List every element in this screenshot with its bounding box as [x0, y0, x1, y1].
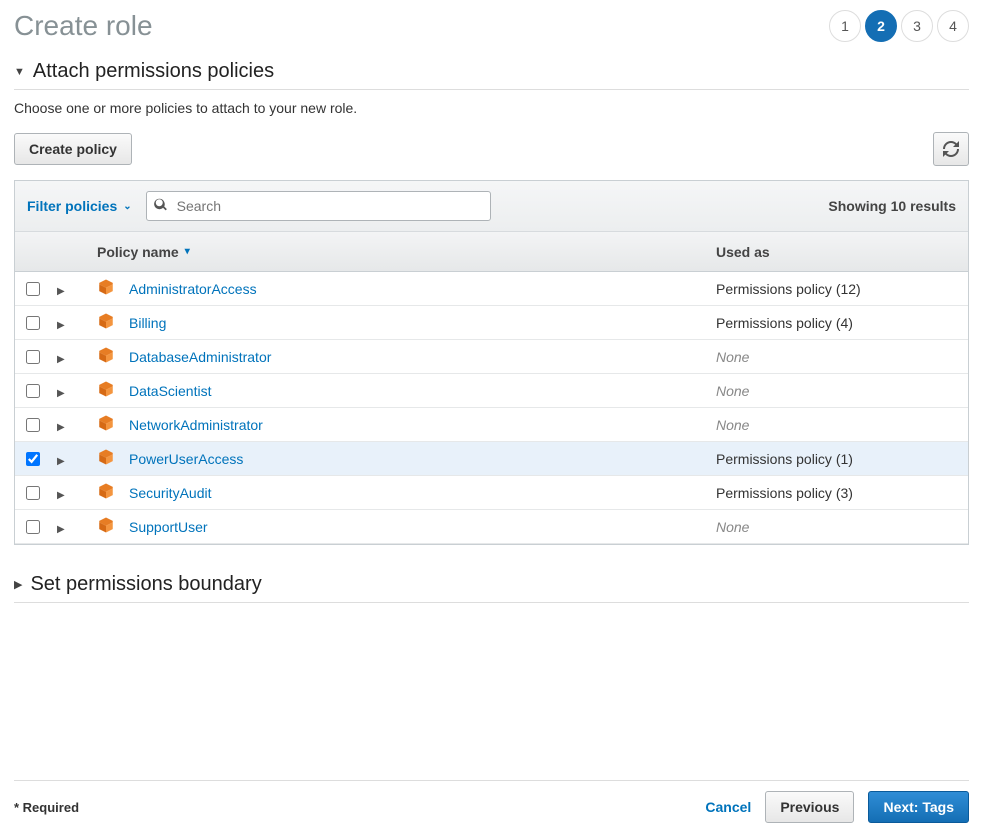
section-attach-title: Attach permissions policies	[33, 60, 274, 83]
policy-checkbox[interactable]	[26, 384, 40, 398]
policy-cube-icon	[97, 346, 115, 367]
used-as-value: None	[716, 349, 749, 365]
policies-table-panel: Filter policies ⌄ Showing 10 results Pol…	[14, 180, 969, 545]
used-as-value: None	[716, 519, 749, 535]
used-as-value: Permissions policy (4)	[716, 315, 853, 331]
policy-cube-icon	[97, 482, 115, 503]
filter-policies-label: Filter policies	[27, 198, 117, 214]
used-as-value: Permissions policy (12)	[716, 281, 861, 297]
policy-name-link[interactable]: DatabaseAdministrator	[129, 349, 271, 365]
wizard-stepper: 1234	[829, 10, 969, 42]
expand-row-icon[interactable]: ▶	[57, 388, 65, 399]
required-label: * Required	[14, 800, 79, 815]
wizard-step-3[interactable]: 3	[901, 10, 933, 42]
policy-checkbox[interactable]	[26, 418, 40, 432]
policy-cube-icon	[97, 516, 115, 537]
table-row: ▶ DatabaseAdministrator None	[15, 340, 968, 374]
table-row: ▶ PowerUserAccess Permissions policy (1)	[15, 442, 968, 476]
column-header-policy-name[interactable]: Policy name ▾	[87, 244, 710, 260]
table-row: ▶ SupportUser None	[15, 510, 968, 544]
section-permissions-boundary-header[interactable]: ▶ Set permissions boundary	[14, 567, 969, 603]
policy-checkbox[interactable]	[26, 350, 40, 364]
table-row: ▶ AdministratorAccess Permissions policy (…	[15, 272, 968, 306]
column-header-used-as[interactable]: Used as	[710, 244, 968, 260]
table-row: ▶ DataScientist None	[15, 374, 968, 408]
policy-name-link[interactable]: Billing	[129, 315, 166, 331]
expand-row-icon[interactable]: ▶	[57, 286, 65, 297]
used-as-value: Permissions policy (3)	[716, 485, 853, 501]
policy-cube-icon	[97, 278, 115, 299]
search-input[interactable]	[146, 191, 491, 221]
column-policy-name-label: Policy name	[97, 244, 179, 260]
next-button[interactable]: Next: Tags	[868, 791, 969, 823]
refresh-button[interactable]	[933, 132, 969, 166]
expand-row-icon[interactable]: ▶	[57, 524, 65, 535]
policy-checkbox[interactable]	[26, 486, 40, 500]
used-as-value: None	[716, 383, 749, 399]
policy-name-link[interactable]: AdministratorAccess	[129, 281, 257, 297]
table-row: ▶ Billing Permissions policy (4)	[15, 306, 968, 340]
policy-checkbox[interactable]	[26, 520, 40, 534]
policy-cube-icon	[97, 448, 115, 469]
create-policy-button[interactable]: Create policy	[14, 133, 132, 165]
policy-cube-icon	[97, 414, 115, 435]
policy-checkbox[interactable]	[26, 316, 40, 330]
expand-row-icon[interactable]: ▶	[57, 354, 65, 365]
policy-checkbox[interactable]	[26, 282, 40, 296]
table-row: ▶ SecurityAudit Permissions policy (3)	[15, 476, 968, 510]
column-used-as-label: Used as	[716, 244, 770, 260]
section-attach-permissions-header[interactable]: ▼ Attach permissions policies	[14, 60, 969, 90]
policy-name-link[interactable]: SupportUser	[129, 519, 208, 535]
chevron-down-icon: ⌄	[123, 201, 131, 212]
section-attach-description: Choose one or more policies to attach to…	[14, 100, 969, 116]
table-row: ▶ NetworkAdministrator None	[15, 408, 968, 442]
used-as-value: None	[716, 417, 749, 433]
wizard-step-2[interactable]: 2	[865, 10, 897, 42]
cancel-link[interactable]: Cancel	[705, 799, 751, 815]
section-boundary-title: Set permissions boundary	[30, 573, 261, 596]
table-header-row: Policy name ▾ Used as	[15, 232, 968, 272]
policy-name-link[interactable]: DataScientist	[129, 383, 211, 399]
previous-button[interactable]: Previous	[765, 791, 854, 823]
caret-right-icon: ▶	[14, 578, 22, 591]
policy-name-link[interactable]: NetworkAdministrator	[129, 417, 263, 433]
expand-row-icon[interactable]: ▶	[57, 456, 65, 467]
policies-table-body: ▶ AdministratorAccess Permissions policy (…	[15, 272, 968, 544]
wizard-step-4[interactable]: 4	[937, 10, 969, 42]
used-as-value: Permissions policy (1)	[716, 451, 853, 467]
policy-cube-icon	[97, 312, 115, 333]
caret-down-icon: ▼	[14, 66, 25, 78]
expand-row-icon[interactable]: ▶	[57, 320, 65, 331]
policy-name-link[interactable]: SecurityAudit	[129, 485, 211, 501]
policy-name-link[interactable]: PowerUserAccess	[129, 451, 243, 467]
search-icon	[154, 198, 168, 215]
filter-policies-dropdown[interactable]: Filter policies ⌄	[27, 198, 132, 214]
policy-checkbox[interactable]	[26, 452, 40, 466]
policy-cube-icon	[97, 380, 115, 401]
expand-row-icon[interactable]: ▶	[57, 490, 65, 501]
refresh-icon	[943, 141, 959, 157]
wizard-step-1[interactable]: 1	[829, 10, 861, 42]
page-title: Create role	[14, 10, 153, 42]
results-count: Showing 10 results	[828, 198, 956, 214]
sort-caret-icon: ▾	[185, 246, 190, 257]
expand-row-icon[interactable]: ▶	[57, 422, 65, 433]
